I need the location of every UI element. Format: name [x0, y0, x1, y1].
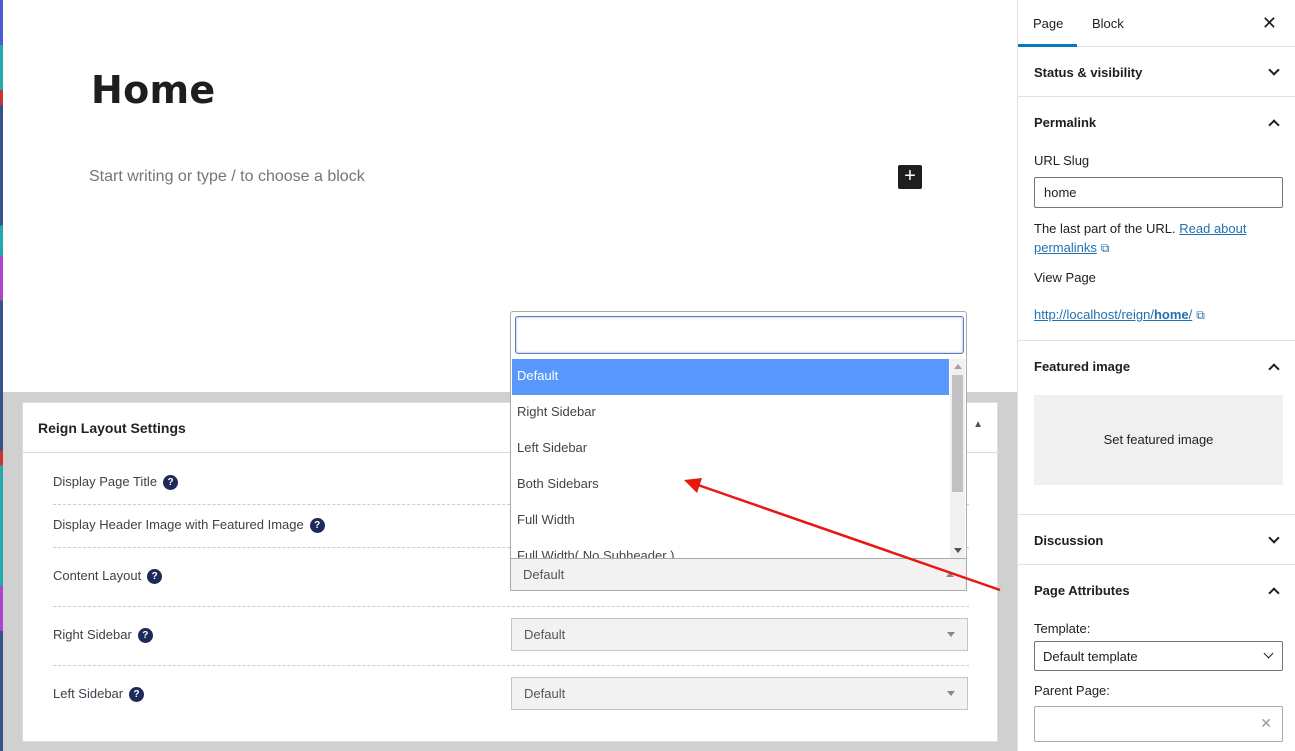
parent-page-label: Parent Page: — [1034, 683, 1110, 698]
select-value: Default — [524, 686, 566, 701]
block-placeholder[interactable]: Start writing or type / to choose a bloc… — [89, 168, 365, 186]
wp-editor-screen: Home Start writing or type / to choose a… — [0, 0, 1295, 751]
panel-title[interactable]: Featured image — [1034, 359, 1130, 374]
row-label: Display Page Title? — [53, 474, 179, 490]
row-label: Left Sidebar? — [53, 686, 145, 702]
chevron-up-icon[interactable] — [1268, 587, 1280, 599]
chevron-down-icon — [1268, 532, 1280, 544]
chevron-up-icon[interactable] — [1268, 363, 1280, 375]
sidebar-tabs: Page Block ✕ — [1018, 0, 1295, 47]
external-link-icon: ⧉ — [1100, 241, 1110, 255]
row-label: Content Layout? — [53, 568, 163, 584]
template-label: Template: — [1034, 621, 1091, 636]
right-sidebar-select[interactable]: Default — [511, 618, 968, 651]
panel-title: Discussion — [1034, 533, 1104, 548]
help-icon[interactable]: ? — [137, 628, 153, 643]
add-block-icon[interactable]: + — [898, 165, 922, 189]
dropdown-arrow-icon — [947, 632, 955, 637]
panel-status-visibility[interactable]: Status & visibility — [1018, 47, 1295, 97]
select-value: Default — [523, 567, 565, 582]
url-slug-input[interactable] — [1034, 177, 1283, 208]
dropdown-arrow-icon — [947, 691, 955, 696]
collapse-toggle-icon[interactable]: ▲ — [973, 419, 983, 430]
tab-page[interactable]: Page — [1018, 0, 1077, 47]
clear-icon[interactable]: ✕ — [1260, 715, 1272, 732]
dropdown-arrow-icon — [946, 572, 954, 577]
metabox-title: Reign Layout Settings — [38, 420, 186, 436]
chevron-up-icon[interactable] — [1268, 119, 1280, 131]
dropdown-options: Default Right Sidebar Left Sidebar Both … — [512, 359, 949, 558]
option-left-sidebar[interactable]: Left Sidebar — [512, 431, 949, 467]
help-icon[interactable]: ? — [147, 569, 163, 584]
chevron-down-icon — [1268, 64, 1280, 76]
help-text: The last part of the URL. — [1034, 221, 1176, 236]
option-full-width-no-subheader[interactable]: Full Width( No Subheader ) — [512, 539, 949, 558]
option-both-sidebars[interactable]: Both Sidebars — [512, 467, 949, 503]
option-right-sidebar[interactable]: Right Sidebar — [512, 395, 949, 431]
select-value: Default — [524, 627, 566, 642]
external-link-icon: ⧉ — [1196, 308, 1205, 322]
tab-block[interactable]: Block — [1092, 0, 1124, 47]
panel-title: Status & visibility — [1034, 65, 1143, 80]
template-select[interactable]: Default template — [1034, 641, 1283, 671]
option-full-width[interactable]: Full Width — [512, 503, 949, 539]
close-icon[interactable]: ✕ — [1262, 13, 1277, 34]
set-featured-image-button[interactable]: Set featured image — [1034, 395, 1283, 485]
option-default[interactable]: Default — [512, 359, 949, 395]
post-title[interactable]: Home — [91, 68, 215, 112]
content-layout-dropdown: Default Right Sidebar Left Sidebar Both … — [510, 311, 967, 559]
help-icon[interactable]: ? — [163, 475, 179, 490]
row-divider — [53, 606, 969, 607]
scrollbar-thumb[interactable] — [952, 375, 963, 492]
url-slug-label: URL Slug — [1034, 153, 1090, 168]
row-divider — [53, 665, 969, 666]
panel-title[interactable]: Permalink — [1034, 115, 1096, 130]
settings-sidebar: Page Block ✕ Status & visibility Permali… — [1017, 0, 1295, 751]
content-layout-select[interactable]: Default — [510, 558, 967, 591]
dropdown-scrollbar[interactable] — [950, 359, 965, 558]
select-value: Default template — [1043, 649, 1138, 664]
parent-page-combobox[interactable]: ✕ — [1034, 706, 1283, 742]
row-label: Right Sidebar? — [53, 627, 153, 643]
scroll-up-icon[interactable] — [954, 364, 962, 369]
view-page-link[interactable]: http://localhost/reign/home/ — [1034, 307, 1192, 322]
panel-title[interactable]: Page Attributes — [1034, 583, 1130, 598]
panel-discussion[interactable]: Discussion — [1018, 515, 1295, 565]
permalink-help: The last part of the URL. Read about per… — [1034, 219, 1284, 258]
left-sidebar-select[interactable]: Default — [511, 677, 968, 710]
help-icon[interactable]: ? — [309, 518, 325, 533]
view-page-label: View Page — [1034, 270, 1096, 285]
dropdown-search-input[interactable] — [515, 316, 964, 354]
view-page-url: http://localhost/reign/home/ ⧉ — [1034, 307, 1205, 323]
scroll-down-icon[interactable] — [954, 548, 962, 553]
row-label: Display Header Image with Featured Image… — [53, 517, 325, 533]
chevron-down-icon — [1263, 648, 1274, 659]
help-icon[interactable]: ? — [129, 687, 145, 702]
